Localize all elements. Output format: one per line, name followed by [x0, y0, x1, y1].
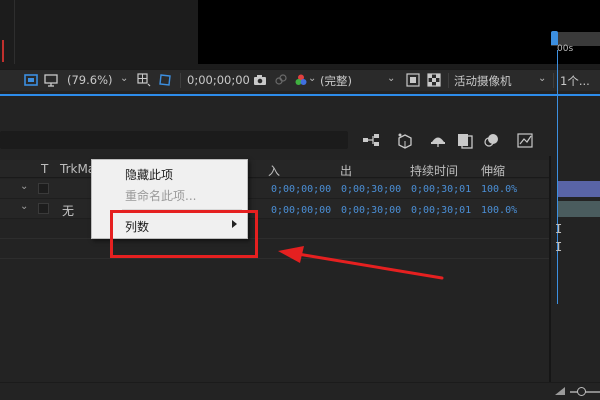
transparency-grid-icon[interactable]: [427, 73, 441, 87]
track-matte-checkbox[interactable]: [38, 183, 49, 194]
motion-blur-icon[interactable]: [483, 131, 501, 149]
track-matte-checkbox[interactable]: [38, 203, 49, 214]
time-ruler-label: 00s: [557, 44, 574, 54]
zoom-out-icon[interactable]: [555, 387, 565, 395]
toolbar-divider: [448, 73, 449, 88]
frame-blending-icon[interactable]: [456, 131, 474, 149]
timeline-footer: [0, 382, 600, 400]
resolution-dropdown[interactable]: (完整): [320, 73, 352, 89]
view-layout-dropdown[interactable]: 1个...: [560, 73, 590, 89]
work-area-marker-icon: I: [555, 222, 563, 236]
chevron-down-icon[interactable]: ⌄: [538, 73, 546, 84]
chevron-down-icon[interactable]: ⌄: [120, 73, 128, 84]
playhead-line: [557, 50, 558, 304]
always-preview-icon[interactable]: [24, 73, 38, 87]
column-stretch[interactable]: 伸缩: [481, 162, 505, 179]
annotation-arrow-icon: [278, 246, 444, 280]
chevron-down-icon[interactable]: ⌄: [387, 73, 395, 84]
chevron-down-icon[interactable]: ⌄: [20, 201, 28, 212]
composition-viewer: [0, 0, 600, 70]
layer-in-point[interactable]: 0;00;00;00: [271, 184, 331, 195]
graph-editor-icon[interactable]: [516, 131, 534, 149]
menu-item-hide-column[interactable]: 隐藏此项: [125, 166, 173, 183]
toolbar-divider: [553, 73, 554, 88]
work-area-marker-icon: I: [555, 240, 563, 254]
draft-3d-icon[interactable]: [396, 131, 414, 149]
column-in[interactable]: 入: [268, 162, 280, 179]
layer-duration[interactable]: 0;00;30;01: [411, 184, 471, 195]
column-out[interactable]: 出: [340, 162, 352, 179]
viewer-edge-marker: [2, 40, 4, 62]
playhead-handle[interactable]: [551, 31, 558, 45]
layer-search-input[interactable]: [0, 131, 348, 149]
layer-stretch[interactable]: 100.0%: [481, 184, 517, 195]
camera-view-dropdown[interactable]: 活动摄像机: [454, 73, 512, 89]
layer-stretch[interactable]: 100.0%: [481, 205, 517, 216]
layer-duration-bar[interactable]: [558, 181, 600, 197]
annotation-highlight-box: [110, 210, 258, 258]
monitor-icon[interactable]: [44, 73, 58, 87]
composition-flowchart-icon[interactable]: [362, 131, 380, 149]
layer-duration-bar[interactable]: [558, 201, 600, 217]
show-snapshot-icon[interactable]: [274, 73, 288, 87]
current-time-display[interactable]: 0;00;00;00: [187, 73, 250, 87]
menu-item-rename-column[interactable]: 重命名此项...: [125, 187, 196, 204]
layer-trkmat-value[interactable]: 无: [62, 202, 74, 219]
camera-snapshot-icon[interactable]: [253, 73, 267, 87]
color-channels-icon[interactable]: [294, 73, 308, 87]
grid-guides-icon[interactable]: [137, 73, 151, 87]
viewer-divider: [14, 0, 15, 64]
layer-out-point[interactable]: 0;00;30;00: [341, 205, 401, 216]
zoom-slider-thumb[interactable]: [577, 387, 586, 396]
mask-visibility-icon[interactable]: [158, 73, 172, 87]
toolbar-divider: [180, 73, 181, 88]
region-of-interest-icon[interactable]: [406, 73, 420, 87]
zoom-level-dropdown[interactable]: (79.6%): [67, 73, 113, 87]
column-t[interactable]: T: [41, 162, 48, 176]
column-duration[interactable]: 持续时间: [410, 162, 458, 179]
chevron-down-icon[interactable]: ⌄: [308, 73, 316, 84]
layer-duration[interactable]: 0;00;30;01: [411, 205, 471, 216]
viewer-toolbar: (79.6%) ⌄ 0;00;00;00 ⌄ (完整) ⌄ 活动摄像机 ⌄ 1个…: [0, 69, 600, 91]
shy-layers-icon[interactable]: [429, 131, 447, 149]
chevron-down-icon[interactable]: ⌄: [20, 181, 28, 192]
layer-in-point[interactable]: 0;00;00;00: [271, 205, 331, 216]
composition-canvas[interactable]: [198, 0, 600, 64]
layer-out-point[interactable]: 0;00;30;00: [341, 184, 401, 195]
column-trkmat[interactable]: TrkMa: [60, 162, 95, 176]
timeline-split-divider[interactable]: [549, 156, 551, 382]
